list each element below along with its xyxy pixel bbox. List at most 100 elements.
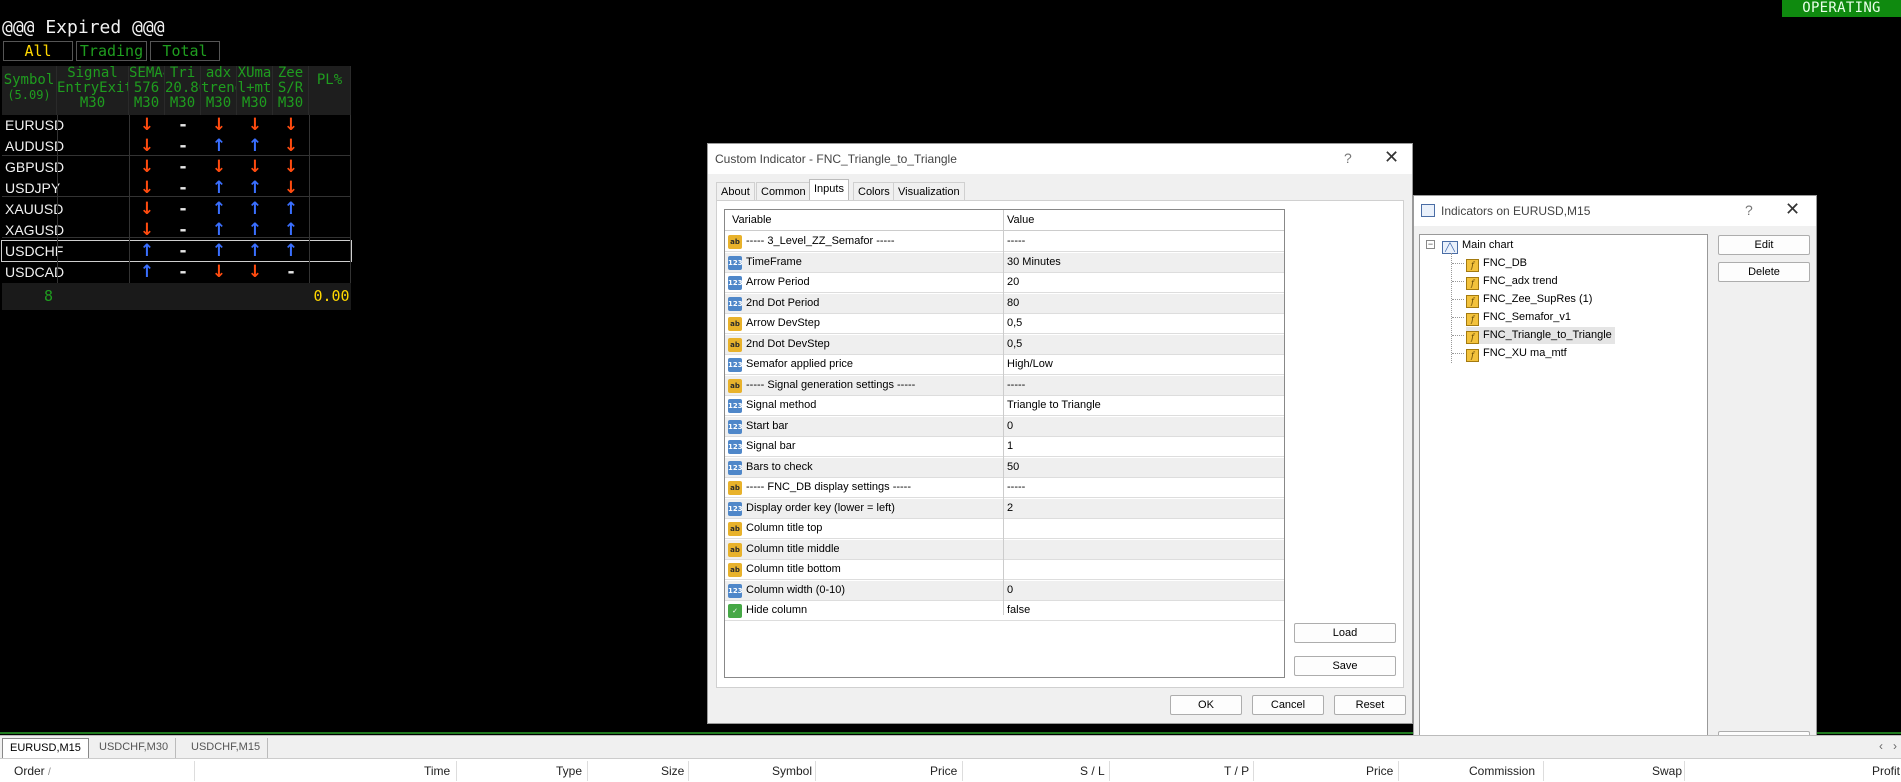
input-row[interactable]: ✓ Hide column false: [725, 601, 1284, 621]
delete-button[interactable]: Delete: [1718, 262, 1810, 282]
input-row[interactable]: ab Column title bottom: [725, 560, 1284, 580]
dialog-titlebar[interactable]: Custom Indicator - FNC_Triangle_to_Trian…: [708, 144, 1412, 174]
indicators-titlebar[interactable]: Indicators on EURUSD,M15 ? ✕: [1414, 196, 1816, 226]
scroll-right-icon[interactable]: ›: [1893, 739, 1897, 753]
input-row[interactable]: ab Column title middle: [725, 539, 1284, 560]
input-row[interactable]: 123 TimeFrame 30 Minutes: [725, 252, 1284, 273]
input-value[interactable]: High/Low: [1007, 358, 1053, 370]
input-value[interactable]: 50: [1007, 461, 1019, 473]
chart-tab[interactable]: USDCHF,M15: [184, 738, 269, 758]
input-value[interactable]: 80: [1007, 297, 1019, 309]
input-value[interactable]: 1: [1007, 440, 1013, 452]
row-symbol[interactable]: USDCAD: [2, 262, 64, 282]
filter-trading-button[interactable]: Trading: [76, 41, 147, 61]
input-row[interactable]: 123 Start bar 0: [725, 416, 1284, 437]
input-row[interactable]: 123 Arrow Period 20: [725, 273, 1284, 293]
input-value[interactable]: -----: [1007, 481, 1025, 493]
row-symbol[interactable]: USDCHF: [2, 241, 63, 261]
input-value[interactable]: 0: [1007, 584, 1013, 596]
input-value[interactable]: 2: [1007, 502, 1013, 514]
help-icon[interactable]: ?: [1745, 202, 1753, 218]
collapse-icon[interactable]: −: [1426, 240, 1435, 249]
input-value[interactable]: 0,5: [1007, 338, 1022, 350]
input-row[interactable]: 123 Column width (0-10) 0: [725, 580, 1284, 601]
input-row[interactable]: ab ----- Signal generation settings -----…: [725, 375, 1284, 396]
input-value[interactable]: false: [1007, 604, 1030, 616]
column-variable[interactable]: Variable: [732, 214, 772, 226]
tab-colors[interactable]: Colors: [853, 182, 895, 200]
col-type[interactable]: Type: [556, 764, 582, 778]
tree-item-indicator[interactable]: f FNC_DB: [1466, 255, 1530, 272]
row-symbol[interactable]: GBPUSD: [2, 157, 64, 177]
input-row[interactable]: ab ----- FNC_DB display settings ----- ---…: [725, 478, 1284, 498]
tree-item-indicator[interactable]: f FNC_XU ma_mtf: [1466, 345, 1570, 362]
input-value[interactable]: -----: [1007, 235, 1025, 247]
col-order[interactable]: Order /: [14, 764, 51, 778]
tab-inputs[interactable]: Inputs: [809, 179, 849, 201]
dashboard-row[interactable]: USDCHF ↑ - ↑ ↑ ↑: [1, 240, 352, 262]
row-symbol[interactable]: AUDUSD: [2, 136, 64, 156]
filter-all-button[interactable]: All: [3, 41, 73, 61]
col-symbol[interactable]: Symbol: [772, 764, 812, 778]
help-icon[interactable]: ?: [1344, 150, 1352, 166]
input-row[interactable]: 123 Semafor applied price High/Low: [725, 355, 1284, 375]
input-row[interactable]: 123 Signal bar 1: [725, 437, 1284, 457]
input-row[interactable]: 123 Display order key (lower = left) 2: [725, 498, 1284, 519]
input-row[interactable]: ab Column title top: [725, 519, 1284, 539]
dashboard-row[interactable]: EURUSD ↓ - ↓ ↓ ↓: [2, 115, 351, 135]
input-row[interactable]: 123 Bars to check 50: [725, 457, 1284, 478]
chart-tab[interactable]: USDCHF,M30: [92, 738, 177, 758]
col-size[interactable]: Size: [661, 764, 684, 778]
edit-button[interactable]: Edit: [1718, 235, 1810, 255]
arrow-down-icon: ↓: [139, 157, 155, 177]
tab-about[interactable]: About: [716, 182, 755, 200]
input-value[interactable]: 0,5: [1007, 317, 1022, 329]
cancel-button[interactable]: Cancel: [1252, 695, 1324, 715]
indicator-tree[interactable]: − ╱╲ Main chart f FNC_DB f FNC_adx trend f FNC…: [1419, 234, 1708, 752]
input-row[interactable]: ab ----- 3_Level_ZZ_Semafor ----- -----: [725, 232, 1284, 252]
input-row[interactable]: 123 Signal method Triangle to Triangle: [725, 396, 1284, 416]
row-symbol[interactable]: EURUSD: [2, 115, 64, 135]
close-icon[interactable]: ✕: [1384, 147, 1399, 168]
dashboard-row[interactable]: USDCAD ↑ - ↓ ↓ -: [2, 262, 351, 282]
ok-button[interactable]: OK: [1170, 695, 1242, 715]
tree-item-indicator[interactable]: f FNC_adx trend: [1466, 273, 1561, 290]
col-time[interactable]: Time: [424, 764, 450, 778]
input-value[interactable]: -----: [1007, 379, 1025, 391]
filter-total-button[interactable]: Total: [150, 41, 220, 61]
input-row[interactable]: ab 2nd Dot DevStep 0,5: [725, 334, 1284, 355]
dashboard-row[interactable]: XAUUSD ↓ - ↑ ↑ ↑: [2, 199, 351, 219]
row-symbol[interactable]: USDJPY: [2, 178, 60, 198]
col-swap[interactable]: Swap: [1652, 764, 1682, 778]
tab-common[interactable]: Common: [756, 182, 811, 200]
col-commission[interactable]: Commission: [1469, 764, 1535, 778]
row-symbol[interactable]: XAUUSD: [2, 199, 63, 219]
col-price-current[interactable]: Price: [1366, 764, 1393, 778]
close-icon[interactable]: ✕: [1785, 199, 1800, 220]
tree-item-indicator[interactable]: f FNC_Semafor_v1: [1466, 309, 1574, 326]
scroll-left-icon[interactable]: ‹: [1879, 739, 1883, 753]
col-sl[interactable]: S / L: [1080, 764, 1105, 778]
load-button[interactable]: Load: [1294, 623, 1396, 643]
reset-button[interactable]: Reset: [1334, 695, 1406, 715]
dashboard-row[interactable]: USDJPY ↓ - ↑ ↑ ↓: [2, 178, 351, 198]
save-button[interactable]: Save: [1294, 656, 1396, 676]
input-value[interactable]: 30 Minutes: [1007, 256, 1061, 268]
tree-item-indicator[interactable]: f FNC_Triangle_to_Triangle: [1466, 327, 1615, 344]
tree-item-indicator[interactable]: f FNC_Zee_SupRes (1): [1466, 291, 1595, 308]
col-profit[interactable]: Profit: [1872, 764, 1900, 778]
chart-tab[interactable]: EURUSD,M15: [2, 738, 89, 758]
column-value[interactable]: Value: [1007, 214, 1034, 226]
col-price[interactable]: Price: [930, 764, 957, 778]
input-row[interactable]: ab Arrow DevStep 0,5: [725, 314, 1284, 334]
input-value[interactable]: 0: [1007, 420, 1013, 432]
input-value[interactable]: Triangle to Triangle: [1007, 399, 1101, 411]
input-value[interactable]: 20: [1007, 276, 1019, 288]
tab-visualization[interactable]: Visualization: [893, 182, 965, 200]
dashboard-row[interactable]: GBPUSD ↓ - ↓ ↓ ↓: [2, 157, 351, 177]
col-tp[interactable]: T / P: [1224, 764, 1249, 778]
dashboard-row[interactable]: AUDUSD ↓ - ↑ ↑ ↓: [2, 136, 351, 156]
inputs-grid[interactable]: Variable Value ab ----- 3_Level_ZZ_Semafo…: [724, 209, 1285, 678]
tree-root[interactable]: ╱╲ Main chart: [1442, 237, 1513, 254]
input-row[interactable]: 123 2nd Dot Period 80: [725, 293, 1284, 314]
